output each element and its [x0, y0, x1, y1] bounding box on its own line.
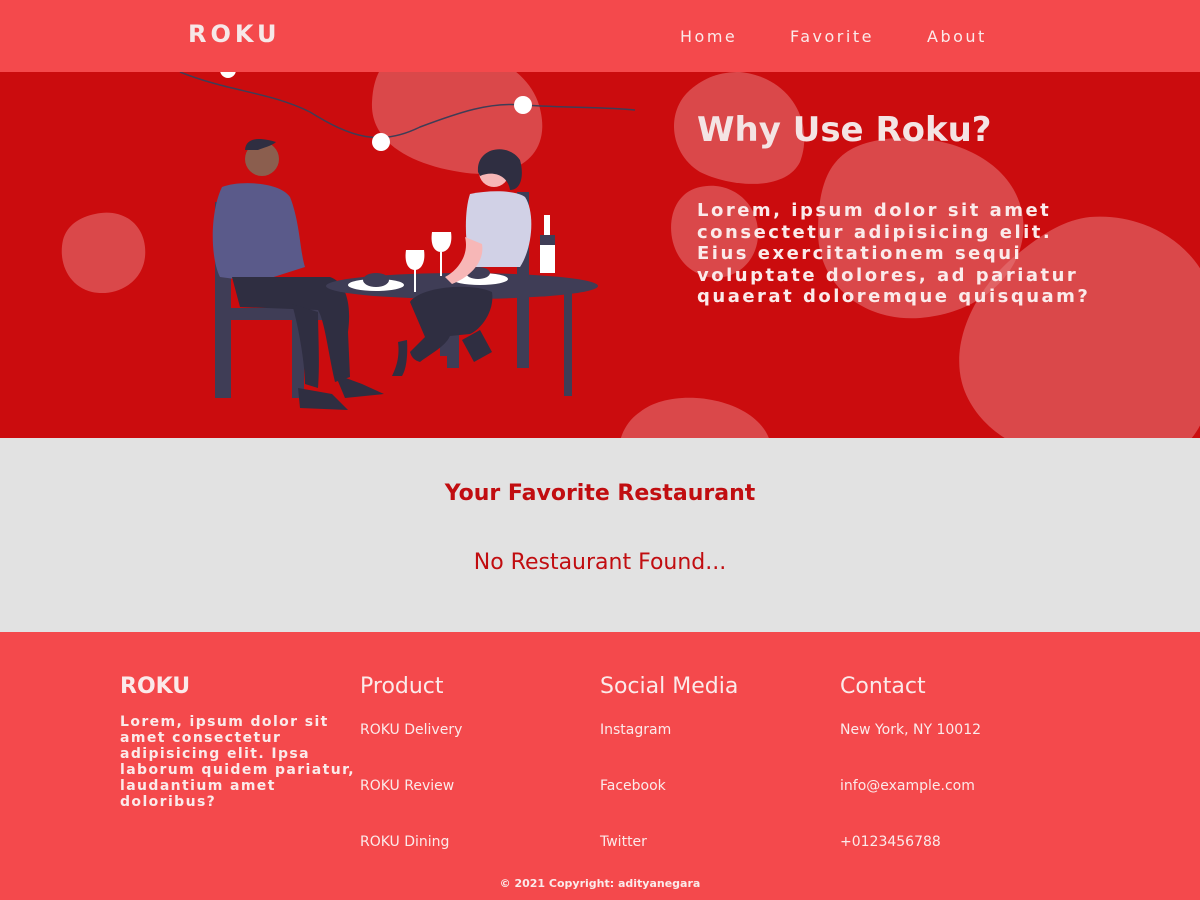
footer-contact-title: Contact — [840, 674, 926, 699]
nav-favorite[interactable]: Favorite — [790, 27, 874, 46]
app-footer: ROKU Lorem, ipsum dolor sit amet consect… — [0, 632, 1200, 900]
hero-description: Lorem, ipsum dolor sit amet consectetur … — [697, 200, 1091, 307]
hero-section: Why Use Roku? Lorem, ipsum dolor sit ame… — [0, 72, 1200, 438]
footer-link-twitter[interactable]: Twitter — [600, 834, 647, 850]
app-header: ROKU Home Favorite About — [0, 0, 1200, 72]
footer-link-instagram[interactable]: Instagram — [600, 722, 671, 738]
footer-link-facebook[interactable]: Facebook — [600, 778, 666, 794]
dinner-illustration — [179, 72, 636, 410]
footer-social-title: Social Media — [600, 674, 739, 699]
hero-title: Why Use Roku? — [697, 110, 992, 150]
footer-link-dining[interactable]: ROKU Dining — [360, 834, 449, 850]
copyright-text: © 2021 Copyright: adityanegara — [499, 877, 701, 890]
nav-about[interactable]: About — [927, 27, 987, 46]
empty-state-message: No Restaurant Found... — [473, 550, 727, 575]
contact-address: New York, NY 10012 — [840, 722, 982, 738]
nav-home[interactable]: Home — [680, 27, 737, 46]
footer-link-review[interactable]: ROKU Review — [360, 778, 454, 794]
footer-product-title: Product — [360, 674, 444, 699]
brand-logo[interactable]: ROKU — [188, 20, 281, 48]
contact-phone[interactable]: +0123456788 — [840, 834, 941, 850]
footer-brand: ROKU — [120, 674, 191, 699]
footer-link-delivery[interactable]: ROKU Delivery — [360, 722, 462, 738]
footer-about-text: Lorem, ipsum dolor sit amet consectetur … — [120, 714, 356, 810]
contact-email[interactable]: info@example.com — [840, 778, 975, 794]
favorites-section: Your Favorite Restaurant No Restaurant F… — [0, 438, 1200, 632]
favorites-title: Your Favorite Restaurant — [444, 481, 756, 506]
